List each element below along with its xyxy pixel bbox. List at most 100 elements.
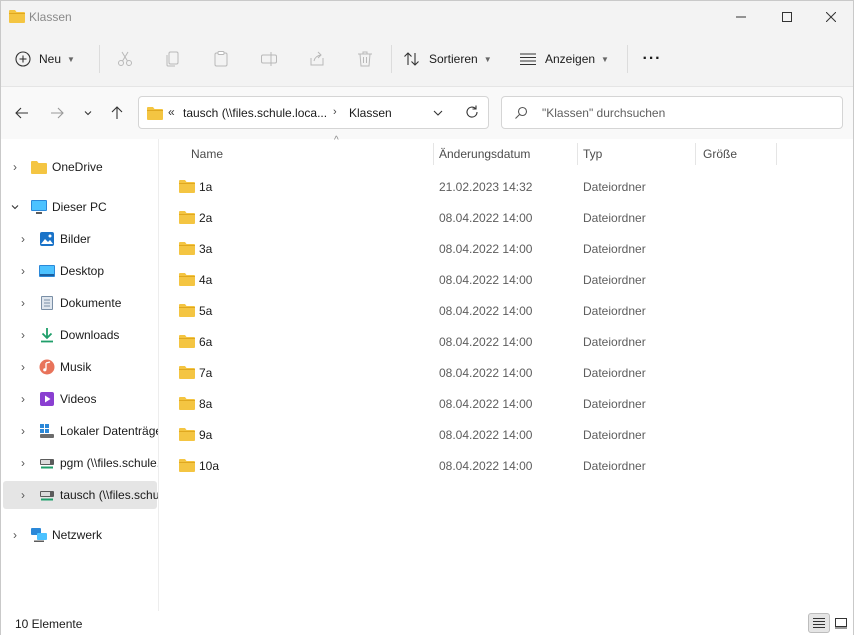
address-bar[interactable]: « tausch (\\files.schule.loca... › Klass…	[138, 96, 489, 129]
file-name: 5a	[199, 304, 213, 318]
search-icon	[515, 106, 528, 119]
expand-chevron-icon[interactable]: ›	[9, 528, 21, 542]
details-view-button[interactable]	[808, 613, 830, 633]
sidebar-item-documents[interactable]: › Dokumente	[3, 289, 157, 317]
folder-icon	[179, 210, 195, 227]
sidebar-item-label: Desktop	[60, 264, 105, 278]
expand-chevron-icon[interactable]: ›	[17, 392, 29, 406]
sidebar-item-downloads[interactable]: › Downloads	[3, 321, 157, 349]
breadcrumb-segment[interactable]: tausch (\\files.schule.loca...	[183, 106, 327, 120]
file-name: 7a	[199, 366, 213, 380]
folder-icon	[179, 272, 195, 289]
sidebar-item-this-pc[interactable]: Dieser PC	[3, 193, 157, 221]
table-row[interactable]: 5a 08.04.2022 14:00 Dateiordner	[169, 295, 845, 325]
network-drive-icon	[38, 455, 56, 471]
share-button[interactable]	[307, 49, 327, 69]
sidebar-item-network[interactable]: › Netzwerk	[3, 521, 157, 549]
search-placeholder: "Klassen" durchsuchen	[542, 106, 666, 120]
expand-chevron-icon[interactable]: ›	[17, 488, 29, 502]
minimize-icon	[736, 16, 746, 18]
search-box[interactable]: "Klassen" durchsuchen	[501, 96, 843, 129]
column-divider[interactable]	[577, 143, 578, 165]
expand-chevron-icon[interactable]: ›	[17, 360, 29, 374]
column-header-type[interactable]: Typ	[583, 139, 693, 169]
column-header-name[interactable]: Name ^	[191, 135, 431, 169]
music-icon	[38, 359, 56, 375]
large-icons-view-button[interactable]	[830, 613, 852, 633]
file-type: Dateiordner	[583, 428, 646, 442]
folder-icon	[179, 365, 195, 382]
back-button[interactable]	[12, 103, 32, 123]
chevron-down-icon[interactable]	[432, 107, 444, 119]
column-divider[interactable]	[695, 143, 696, 165]
file-date: 08.04.2022 14:00	[439, 242, 533, 256]
expand-chevron-icon[interactable]: ›	[17, 264, 29, 278]
sidebar-item-desktop[interactable]: › Desktop	[3, 257, 157, 285]
column-divider[interactable]	[433, 143, 434, 165]
table-row[interactable]: 9a 08.04.2022 14:00 Dateiordner	[169, 419, 845, 449]
sidebar-item-onedrive[interactable]: › OneDrive	[3, 153, 157, 181]
sidebar-item-music[interactable]: › Musik	[3, 353, 157, 381]
table-row[interactable]: 7a 08.04.2022 14:00 Dateiordner	[169, 357, 845, 387]
minimize-button[interactable]	[718, 1, 764, 33]
sidebar-item-pgm-share[interactable]: › pgm (\\files.schule.local)	[3, 449, 158, 477]
file-name: 1a	[199, 180, 213, 194]
delete-button[interactable]	[355, 49, 375, 69]
recent-locations-button[interactable]	[78, 103, 98, 123]
close-button[interactable]	[808, 1, 854, 33]
table-row[interactable]: 2a 08.04.2022 14:00 Dateiordner	[169, 202, 845, 232]
table-row[interactable]: 8a 08.04.2022 14:00 Dateiordner	[169, 388, 845, 418]
view-button[interactable]: Anzeigen ▼	[519, 43, 615, 75]
expand-chevron-icon[interactable]: ›	[17, 232, 29, 246]
rename-button[interactable]	[259, 49, 279, 69]
title-bar: Klassen	[1, 1, 853, 33]
expand-chevron-icon[interactable]: ›	[17, 424, 29, 438]
table-row[interactable]: 4a 08.04.2022 14:00 Dateiordner	[169, 264, 845, 294]
more-options-button[interactable]: ···	[639, 43, 665, 75]
file-date: 08.04.2022 14:00	[439, 397, 533, 411]
new-button[interactable]: Neu ▼	[15, 43, 91, 75]
sidebar-item-pictures[interactable]: › Bilder	[3, 225, 157, 253]
refresh-icon[interactable]	[464, 104, 480, 120]
chevron-down-icon: ▼	[601, 54, 609, 64]
sidebar-item-videos[interactable]: › Videos	[3, 385, 157, 413]
close-icon	[826, 12, 836, 22]
copy-button[interactable]	[163, 49, 183, 69]
column-divider[interactable]	[776, 143, 777, 165]
maximize-button[interactable]	[764, 1, 810, 33]
sort-button[interactable]: Sortieren ▼	[403, 43, 499, 75]
expand-chevron-icon[interactable]: ›	[17, 328, 29, 342]
arrow-left-icon	[15, 107, 28, 119]
table-row[interactable]: 10a 08.04.2022 14:00 Dateiordner	[169, 450, 845, 480]
view-button-label: Anzeigen	[545, 52, 596, 66]
chevron-down-icon: ▼	[67, 54, 75, 64]
sidebar-item-label: Videos	[60, 392, 97, 406]
table-row[interactable]: 6a 08.04.2022 14:00 Dateiordner	[169, 326, 845, 356]
file-date: 21.02.2023 14:32	[439, 180, 533, 194]
table-row[interactable]: 1a 21.02.2023 14:32 Dateiordner	[169, 171, 845, 201]
column-header-date[interactable]: Änderungsdatum	[439, 139, 575, 169]
paste-button[interactable]	[211, 49, 231, 69]
expand-chevron-icon[interactable]: ›	[17, 296, 29, 310]
expand-chevron-icon[interactable]: ›	[17, 456, 29, 470]
download-arrow-icon	[38, 327, 56, 343]
sidebar-item-local-drive[interactable]: › Lokaler Datenträger (C:)	[3, 417, 158, 445]
folder-icon	[147, 107, 163, 120]
forward-button[interactable]	[47, 103, 67, 123]
expand-chevron-icon[interactable]: ›	[9, 160, 21, 174]
collapse-chevron-icon[interactable]	[9, 201, 21, 213]
up-button[interactable]	[107, 103, 127, 123]
column-header-label: Typ	[583, 147, 603, 161]
overflow-chevron-icon[interactable]: «	[168, 105, 175, 119]
desktop-icon	[38, 263, 56, 279]
window-title: Klassen	[29, 10, 72, 24]
share-icon	[310, 51, 324, 66]
sidebar-item-tausch-share[interactable]: › tausch (\\files.schule.local)	[3, 481, 158, 509]
file-type: Dateiordner	[583, 211, 646, 225]
breadcrumb-separator-icon[interactable]: ›	[333, 106, 337, 118]
breadcrumb-segment[interactable]: Klassen	[349, 106, 392, 120]
file-type: Dateiordner	[583, 366, 646, 380]
table-row[interactable]: 3a 08.04.2022 14:00 Dateiordner	[169, 233, 845, 263]
cut-button[interactable]	[115, 49, 135, 69]
column-header-size[interactable]: Größe	[703, 139, 775, 169]
